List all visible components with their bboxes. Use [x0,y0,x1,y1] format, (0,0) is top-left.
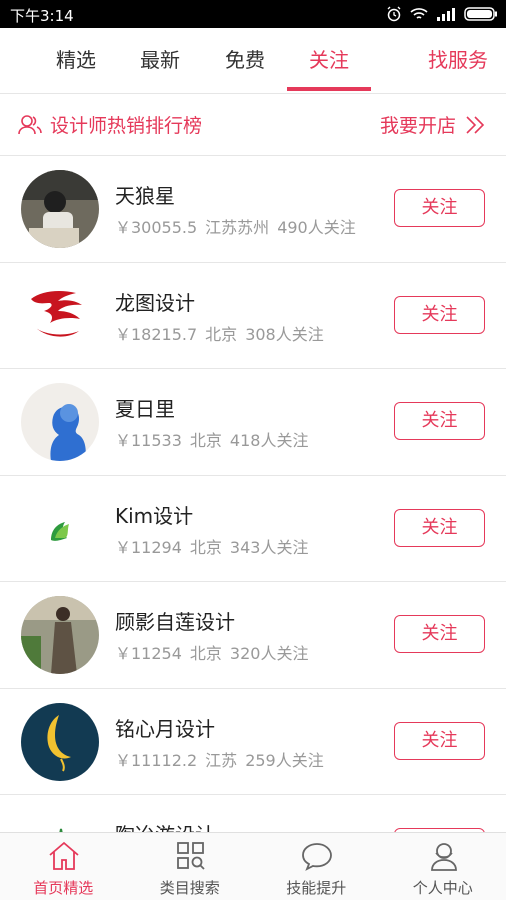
status-bar: 下午3:14 [0,0,506,28]
list-item[interactable]: 夏日里 ￥11533 北京 418人关注 关注 [0,369,506,476]
nav-skill-up-label: 技能提升 [286,879,347,897]
nav-home-label: 首页精选 [33,879,94,897]
tab-free[interactable]: 免费 [219,28,271,94]
avatar [21,809,99,832]
designer-meta: ￥11254 北京 320人关注 [115,640,316,664]
tab-find-service[interactable]: 找服务 [422,28,494,94]
nav-profile-label: 个人中心 [412,879,473,897]
designer-followers: 259人关注 [245,750,324,770]
list-item[interactable]: 天狼星 ￥30055.5 江苏苏州 490人关注 关注 [0,156,506,263]
follow-button[interactable]: 关注 [394,721,485,760]
designer-name: 铭心月设计 [115,716,215,741]
designer-location: 北京 [189,644,222,663]
designer-list: 天狼星 ￥30055.5 江苏苏州 490人关注 关注 龙图设计 ￥18215.7 北… [0,156,506,832]
nav-home[interactable]: 首页精选 [0,833,127,900]
designer-price: ￥11112.2 [115,750,198,770]
designer-name: 夏日里 [115,397,175,421]
designer-location: 江苏苏州 [205,218,270,237]
designer-name: 龙图设计 [115,290,195,315]
designer-meta: ￥11533 北京 418人关注 [115,427,316,451]
chat-bubble-icon [302,843,332,871]
follow-button[interactable]: 关注 [394,189,485,227]
designer-meta: ￥11112.2 江苏 259人关注 [115,747,332,771]
designer-price: ￥11294 [115,537,182,557]
avatar [21,383,99,461]
nav-category-search[interactable]: 类目搜索 [127,833,254,900]
designer-meta: ￥30055.5 江苏苏州 490人关注 [115,214,364,238]
designer-location: 北京 [189,431,222,450]
designer-name: 天狼星 [115,184,175,208]
open-shop-label: 我要开店 [379,115,456,137]
home-icon [49,841,79,870]
follow-button[interactable]: 关注 [394,508,485,547]
designer-meta: ￥18215.7 北京 308人关注 [115,321,332,345]
tab-featured[interactable]: 精选 [50,28,102,94]
open-shop-link[interactable]: 我要开店 [380,111,486,138]
designer-location: 北京 [189,537,222,557]
list-item[interactable]: Kim设计 ￥11294 北京 343人关注 关注 [0,476,506,582]
bottom-nav: 首页精选 类目搜索 技能提升 个人中心 [0,832,506,900]
designer-price: ￥11254 [115,644,182,663]
user-icon [18,114,42,134]
category-search-icon [176,842,205,870]
double-chevron-right-icon [466,115,485,134]
follow-button[interactable]: 关注 [394,615,485,653]
designer-price: ￥11533 [115,431,182,450]
designer-name: 顾影自莲设计 [115,610,235,634]
avatar [21,276,99,355]
follow-button[interactable]: 关注 [394,295,485,334]
list-item[interactable]: 铭心月设计 ￥11112.2 江苏 259人关注 关注 [0,689,506,795]
designer-followers: 320人关注 [229,644,309,663]
list-item[interactable]: 陶冶游设计 关注 [0,795,506,832]
follow-button[interactable]: 关注 [394,402,485,440]
battery-icon [464,7,497,21]
list-item[interactable]: 顾影自莲设计 ￥11254 北京 320人关注 关注 [0,582,506,689]
ranking-title-label: 设计师热销排行榜 [50,115,203,137]
tab-latest[interactable]: 最新 [134,28,186,94]
avatar [21,489,99,568]
wifi-icon [410,8,428,19]
designer-price: ￥18215.7 [115,324,198,344]
designer-meta: ￥11294 北京 343人关注 [115,534,316,558]
user-icon [430,843,457,871]
nav-category-search-label: 类目搜索 [159,879,220,897]
ranking-banner: 设计师热销排行榜 我要开店 [0,94,506,156]
designer-location: 江苏 [205,750,238,770]
status-time: 下午3:14 [10,7,74,25]
alarm-icon [387,6,401,22]
designer-followers: 418人关注 [229,431,309,450]
designer-followers: 308人关注 [245,324,324,344]
top-tabs: 精选 最新 免费 关注 找服务 [0,28,506,94]
ranking-title[interactable]: 设计师热销排行榜 [18,111,202,138]
tab-following[interactable]: 关注 [303,28,355,94]
signal-icon [437,8,455,21]
designer-location: 北京 [205,324,238,344]
designer-followers: 490人关注 [277,218,356,237]
status-icons [386,5,498,23]
designer-name: 陶冶游设计 [115,819,215,832]
nav-profile[interactable]: 个人中心 [380,833,506,900]
avatar [21,596,99,674]
list-item[interactable]: 龙图设计 ￥18215.7 北京 308人关注 关注 [0,263,506,369]
active-tab-indicator [287,87,371,91]
avatar [21,170,99,248]
designer-price: ￥30055.5 [115,218,198,237]
designer-name: Kim设计 [115,503,194,528]
avatar [21,702,99,781]
nav-skill-up[interactable]: 技能提升 [253,833,380,900]
designer-followers: 343人关注 [229,537,309,557]
